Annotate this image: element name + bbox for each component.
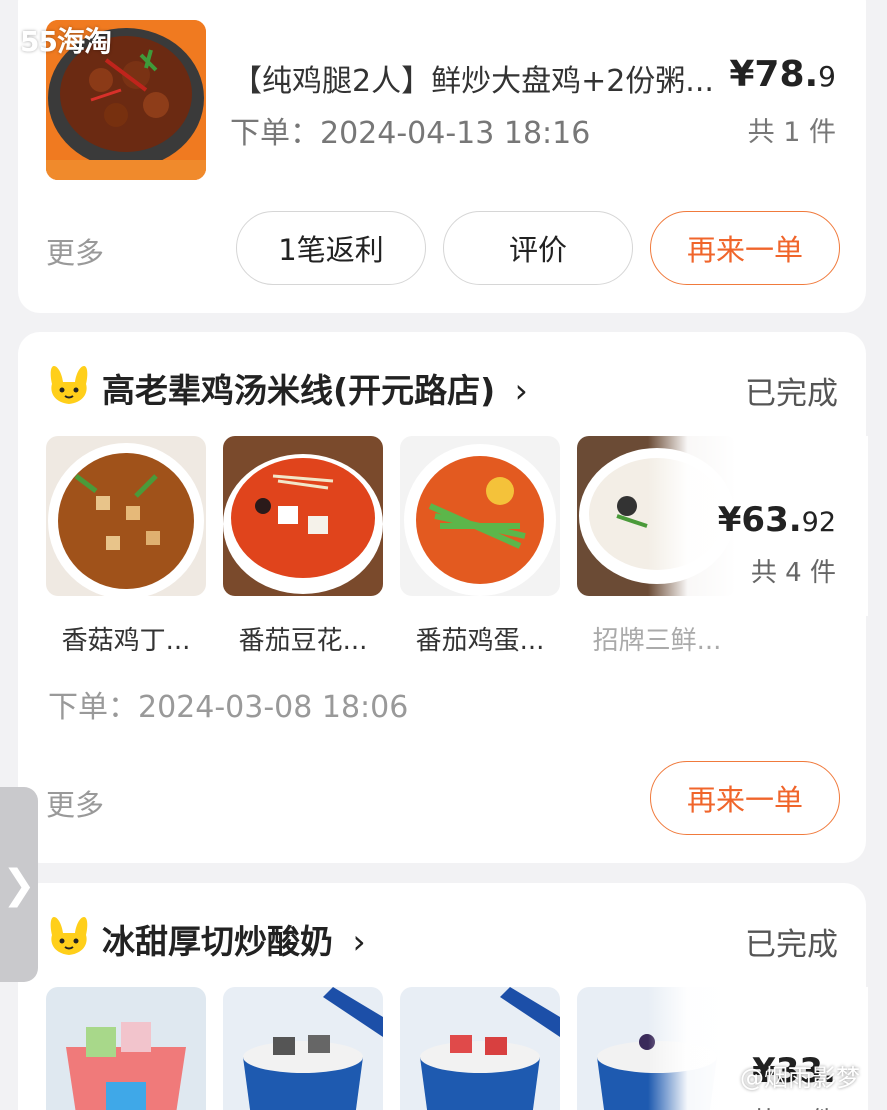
chevron-right-icon: ❯ <box>2 861 36 908</box>
chevron-right-icon: › <box>352 922 366 961</box>
store-name[interactable]: 高老辈鸡汤米线(开元路店) › <box>102 364 528 412</box>
order-price: ¥78.9 <box>729 54 836 95</box>
food-image-yogurt-3[interactable] <box>400 987 560 1110</box>
rebate-button[interactable]: 1笔返利 <box>236 211 426 285</box>
order-count: 共 4 件 <box>751 1101 836 1110</box>
order-status: 已完成 <box>745 376 838 412</box>
order-status: 已完成 <box>745 927 838 963</box>
review-button[interactable]: 评价 <box>443 211 633 285</box>
item-label: 招牌三鲜... <box>592 626 722 656</box>
chevron-right-icon: › <box>514 371 528 410</box>
reorder-button[interactable]: 再来一单 <box>650 211 840 285</box>
food-image-2[interactable] <box>223 436 383 596</box>
reorder-button[interactable]: 再来一单 <box>650 761 840 835</box>
order-price: ¥63.92 <box>717 500 836 540</box>
order-count: 共 1 件 <box>747 117 836 148</box>
order-title: 【纯鸡腿2人】鲜炒大盘鸡+2份粥... <box>232 64 714 99</box>
food-image-yogurt-1[interactable] <box>46 987 206 1110</box>
order-card-2[interactable]: 高老辈鸡汤米线(开元路店) › 已完成 香菇鸡丁... 番茄豆花... 番茄鸡蛋… <box>18 332 868 863</box>
store-name[interactable]: 冰甜厚切炒酸奶 › <box>102 915 366 963</box>
item-label: 香菇鸡丁... <box>61 626 191 656</box>
order-date: 下单：2024-04-13 18:16 <box>230 116 591 151</box>
food-image-3[interactable] <box>400 436 560 596</box>
more-button[interactable]: 更多 <box>46 230 104 272</box>
order-card-1[interactable]: 【纯鸡腿2人】鲜炒大盘鸡+2份粥... ¥78.9 下单：2024-04-13 … <box>18 0 866 313</box>
order-count: 共 4 件 <box>750 558 836 588</box>
food-image-1[interactable] <box>46 436 206 596</box>
item-label: 番茄鸡蛋... <box>415 626 545 656</box>
meituan-kangaroo-icon <box>50 366 88 404</box>
side-expand-tab[interactable]: ❯ <box>0 787 38 982</box>
more-button[interactable]: 更多 <box>46 782 104 824</box>
meituan-kangaroo-icon <box>50 917 88 955</box>
order-card-3[interactable]: 冰甜厚切炒酸奶 › 已完成 ¥33. <box>18 883 868 1110</box>
watermark-top: 55海淘 <box>20 25 112 58</box>
watermark-bottom: @烟雨影梦 <box>740 1064 860 1092</box>
food-image-yogurt-2[interactable] <box>223 987 383 1110</box>
order-date: 下单：2024-03-08 18:06 <box>48 690 409 725</box>
item-label: 番茄豆花... <box>238 626 368 656</box>
